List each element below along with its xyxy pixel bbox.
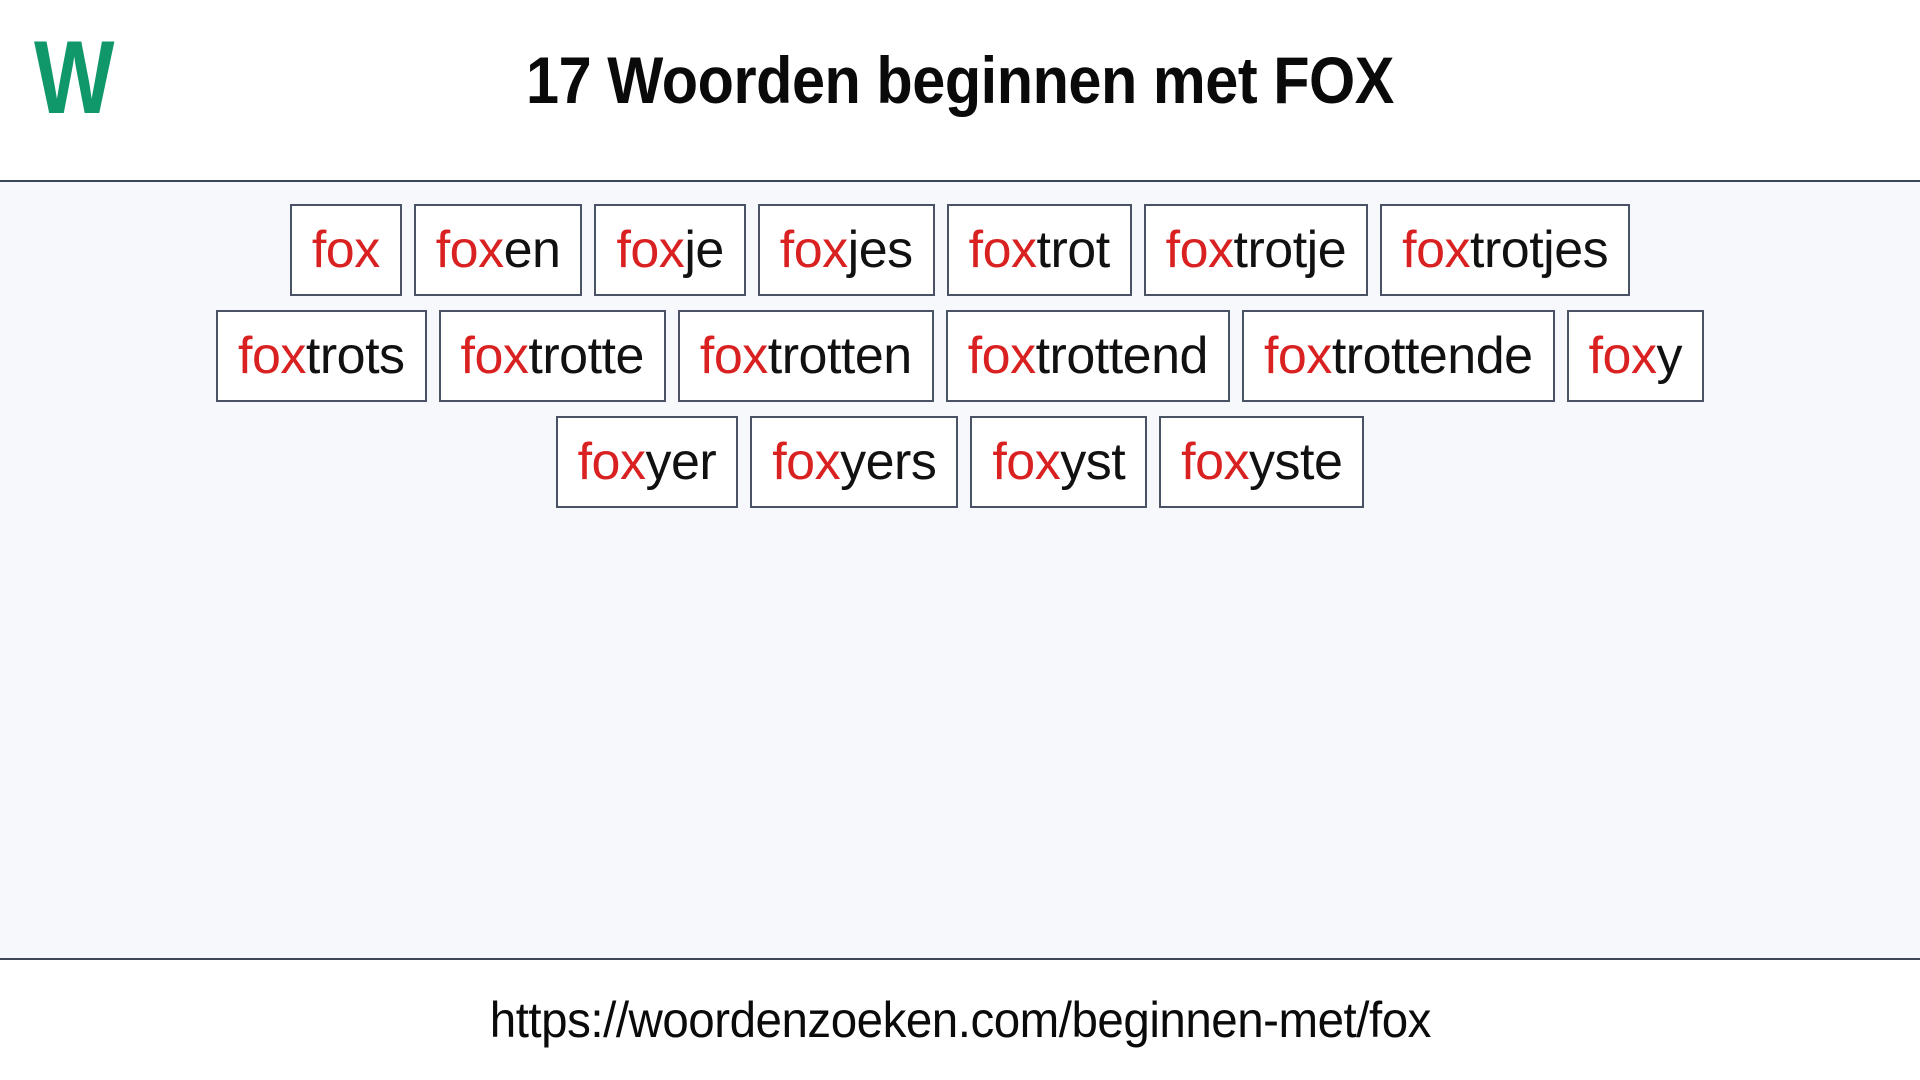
word-box[interactable]: fox yste <box>1159 416 1365 508</box>
word-box[interactable]: fox je <box>594 204 746 296</box>
word-box[interactable]: fox trots <box>216 310 427 402</box>
word-box[interactable]: fox trotte <box>438 310 666 402</box>
word-suffix: yers <box>840 433 937 491</box>
page-root: W 17 Woorden beginnen met FOX fox fox en fo… <box>0 0 1920 1080</box>
word-prefix: fox <box>311 221 380 279</box>
word-row: fox trots fox trotte fox trotten fox trottend fo… <box>0 310 1920 402</box>
word-suffix: trotten <box>767 327 912 385</box>
word-box[interactable]: fox yers <box>750 416 959 508</box>
page-header: W 17 Woorden beginnen met FOX <box>0 0 1920 182</box>
word-suffix: trottende <box>1331 327 1533 385</box>
word-list-area: fox fox en fox je fox jes fox trot fox trotje fox tr… <box>0 182 1920 960</box>
word-suffix: trotje <box>1233 221 1347 279</box>
page-title: 17 Woorden beginnen met FOX <box>526 43 1394 117</box>
word-box[interactable]: fox <box>289 204 402 296</box>
word-suffix: yst <box>1060 433 1126 491</box>
word-box[interactable]: fox trotjes <box>1380 204 1631 296</box>
word-prefix: fox <box>1181 433 1250 491</box>
word-rows-container: fox fox en fox je fox jes fox trot fox trotje fox tr… <box>0 204 1920 508</box>
word-prefix: fox <box>1263 327 1332 385</box>
word-suffix: yste <box>1249 433 1343 491</box>
source-url[interactable]: https://woordenzoeken.com/beginnen-met/f… <box>489 992 1431 1048</box>
word-prefix: fox <box>238 327 306 385</box>
word-prefix: fox <box>460 327 529 385</box>
word-suffix: jes <box>847 221 913 279</box>
word-prefix: fox <box>435 221 504 279</box>
word-prefix: fox <box>616 221 685 279</box>
word-prefix: fox <box>779 221 848 279</box>
word-prefix: fox <box>967 327 1036 385</box>
word-box[interactable]: fox yst <box>970 416 1148 508</box>
word-box[interactable]: fox trot <box>946 204 1132 296</box>
word-row: fox yer fox yers fox yst fox yste <box>0 416 1920 508</box>
word-prefix: fox <box>1402 221 1471 279</box>
word-prefix: fox <box>1165 221 1234 279</box>
word-suffix: trotjes <box>1470 221 1609 279</box>
word-prefix: fox <box>772 433 841 491</box>
page-footer: https://woordenzoeken.com/beginnen-met/f… <box>0 960 1920 1080</box>
word-box[interactable]: fox trotten <box>677 310 934 402</box>
word-suffix: je <box>684 221 724 279</box>
word-suffix: trots <box>305 327 405 385</box>
word-prefix: fox <box>992 433 1061 491</box>
word-suffix: yer <box>645 433 717 491</box>
word-suffix: trot <box>1036 221 1111 279</box>
word-row: fox fox en fox je fox jes fox trot fox trotje fox tr… <box>0 204 1920 296</box>
word-prefix: fox <box>968 221 1037 279</box>
word-suffix: y <box>1656 327 1682 385</box>
word-suffix: trotte <box>528 327 644 385</box>
word-box[interactable]: fox trottend <box>945 310 1230 402</box>
word-box[interactable]: fox y <box>1566 310 1704 402</box>
word-box[interactable]: fox yer <box>555 416 739 508</box>
word-box[interactable]: fox jes <box>757 204 935 296</box>
word-box[interactable]: fox trottende <box>1241 310 1555 402</box>
word-box[interactable]: fox en <box>413 204 583 296</box>
word-prefix: fox <box>1588 327 1657 385</box>
word-suffix: en <box>503 221 561 279</box>
word-suffix: trottend <box>1035 327 1209 385</box>
word-prefix: fox <box>577 433 646 491</box>
word-box[interactable]: fox trotje <box>1143 204 1369 296</box>
word-prefix: fox <box>699 327 768 385</box>
